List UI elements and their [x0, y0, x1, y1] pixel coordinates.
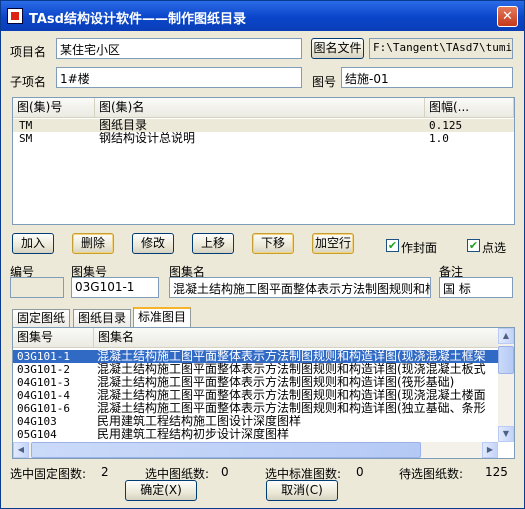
ok-button[interactable]: 确定(X) — [125, 480, 197, 501]
dialog-window: TAsd结构设计软件——制作图纸目录 ✕ 项目名 某住宅小区 图名文件 F:\T… — [0, 0, 525, 509]
atlas-row-name: 混凝土结构施工图平面整体表示方法制图规则和构造详图(现浇混凝土楼面 — [97, 389, 486, 402]
atlas-row-number: 03G101-1 — [17, 350, 70, 363]
dot-select-checkbox-label: 点选 — [482, 241, 507, 255]
drawing-list-header: 图(集)号 图(集)名 图幅(... — [13, 98, 514, 118]
atlas-list-row[interactable]: 03G101-1 混凝土结构施工图平面整体表示方法制图规则和构造详图(现浇混凝土… — [13, 350, 514, 363]
atlas-row-name: 民用建筑工程结构初步设计深度图样 — [97, 428, 290, 441]
atlas-row-name: 混凝土结构施工图平面整体表示方法制图规则和构造详图(独立基础、条形 — [97, 402, 486, 415]
atlas-row-number: 03G101-2 — [17, 363, 70, 376]
drawing-list[interactable]: 图(集)号 图(集)名 图幅(... TM 图纸目录 0.125 SM 钢结构设… — [12, 97, 515, 225]
atlas-row-number: 05G104 — [17, 428, 57, 441]
atlas-list-horizontal-scrollbar[interactable]: ◀ ▶ — [13, 442, 498, 458]
project-name-label: 项目名 — [10, 45, 47, 59]
move-up-button[interactable]: 上移 — [192, 233, 234, 254]
drawing-name-file-button[interactable]: 图名文件 — [311, 38, 364, 59]
scroll-right-icon[interactable]: ▶ — [482, 442, 498, 458]
tab-drawing-catalog[interactable]: 图纸目录 — [73, 309, 131, 327]
scroll-down-icon[interactable]: ▼ — [498, 426, 514, 442]
catalog-count-value: 0 — [221, 465, 229, 479]
cover-checkbox-label: 作封面 — [401, 241, 438, 255]
project-name-input[interactable]: 某住宅小区 — [56, 38, 302, 59]
drawing-row-size: 1.0 — [429, 132, 449, 145]
atlas-list-row[interactable]: 06G101-6 混凝土结构施工图平面整体表示方法制图规则和构造详图(独立基础、… — [13, 402, 514, 415]
fixed-count-value: 2 — [101, 465, 109, 479]
tab-standard-atlas[interactable]: 标准图目 — [133, 307, 191, 327]
delete-button[interactable]: 删除 — [72, 233, 114, 254]
window-title: TAsd结构设计软件——制作图纸目录 — [29, 12, 246, 27]
drawing-row-size: 0.125 — [429, 119, 463, 132]
pending-count-value: 125 — [485, 465, 508, 479]
column-drawing-size[interactable]: 图幅(... — [425, 98, 514, 117]
add-blank-row-button[interactable]: 加空行 — [312, 233, 354, 254]
drawing-row-name: 图纸目录 — [99, 119, 148, 132]
atlas-row-number: 04G101-3 — [17, 376, 70, 389]
atlas-row-number: 06G101-6 — [17, 402, 70, 415]
atlas-row-name: 混凝土结构施工图平面整体表示方法制图规则和构造详图(现浇混凝土框架 — [97, 350, 486, 363]
atlas-name-input[interactable]: 混凝土结构施工图平面整体表示方法制图规则和构 — [169, 277, 431, 298]
horizontal-scroll-thumb[interactable] — [31, 442, 421, 458]
atlas-list-row[interactable]: 04G101-4 混凝土结构施工图平面整体表示方法制图规则和构造详图(现浇混凝土… — [13, 389, 514, 402]
atlas-number-input[interactable]: 03G101-1 — [71, 277, 159, 298]
column-drawing-number[interactable]: 图(集)号 — [13, 98, 95, 117]
atlas-row-number: 04G103 — [17, 415, 57, 428]
column-drawing-name[interactable]: 图(集)名 — [95, 98, 425, 117]
standard-count-value: 0 — [356, 465, 364, 479]
add-button[interactable]: 加入 — [12, 233, 54, 254]
drawing-row-number: TM — [19, 119, 33, 132]
close-button[interactable]: ✕ — [497, 6, 518, 27]
tab-fixed-drawings[interactable]: 固定图纸 — [12, 309, 70, 327]
dot-select-checkbox[interactable]: ✔ — [467, 239, 480, 252]
pending-count-label: 待选图纸数: — [399, 467, 464, 481]
remark-input[interactable]: 国 标 — [439, 277, 513, 298]
drawing-list-row[interactable]: SM 钢结构设计总说明 1.0 — [13, 132, 514, 145]
column-atlas-name[interactable]: 图集名 — [94, 328, 499, 347]
atlas-list-row[interactable]: 04G101-3 混凝土结构施工图平面整体表示方法制图规则和构造详图(筏形基础) — [13, 376, 514, 389]
subitem-name-label: 子项名 — [10, 75, 47, 89]
title-bar: TAsd结构设计软件——制作图纸目录 ✕ — [1, 1, 524, 31]
fixed-count-label: 选中固定图数: — [10, 467, 87, 481]
file-path-field: F:\Tangent\TAsd7\tuming — [369, 38, 513, 59]
drawing-row-name: 钢结构设计总说明 — [99, 132, 196, 145]
atlas-list-row[interactable]: 05G104 民用建筑工程结构初步设计深度图样 — [13, 428, 514, 441]
atlas-row-name: 混凝土结构施工图平面整体表示方法制图规则和构造详图(现浇混凝土板式 — [97, 363, 486, 376]
scroll-left-icon[interactable]: ◀ — [13, 442, 29, 458]
drawing-number-label: 图号 — [312, 75, 337, 89]
scroll-thumb[interactable] — [498, 346, 514, 374]
atlas-row-name: 民用建筑工程结构施工图设计深度图样 — [97, 415, 302, 428]
scroll-up-icon[interactable]: ▲ — [498, 328, 514, 344]
column-atlas-number[interactable]: 图集号 — [13, 328, 94, 347]
atlas-row-number: 04G101-4 — [17, 389, 70, 402]
number-field — [10, 277, 64, 298]
modify-button[interactable]: 修改 — [132, 233, 174, 254]
app-icon — [7, 8, 23, 24]
atlas-list-vertical-scrollbar[interactable]: ▲ ▼ — [498, 328, 514, 442]
drawing-number-input[interactable]: 结施-01 — [341, 67, 513, 88]
atlas-list-header: 图集号 图集名 — [13, 328, 514, 348]
cover-checkbox[interactable]: ✔ — [386, 239, 399, 252]
atlas-list-row[interactable]: 03G101-2 混凝土结构施工图平面整体表示方法制图规则和构造详图(现浇混凝土… — [13, 363, 514, 376]
atlas-row-name: 混凝土结构施工图平面整体表示方法制图规则和构造详图(筏形基础) — [97, 376, 455, 389]
subitem-name-input[interactable]: 1#楼 — [56, 67, 302, 88]
drawing-row-number: SM — [19, 132, 33, 145]
drawing-list-row[interactable]: TM 图纸目录 0.125 — [13, 119, 514, 132]
cancel-button[interactable]: 取消(C) — [266, 480, 338, 501]
atlas-list[interactable]: 图集号 图集名 03G101-1 混凝土结构施工图平面整体表示方法制图规则和构造… — [12, 327, 515, 459]
atlas-list-row[interactable]: 04G103 民用建筑工程结构施工图设计深度图样 — [13, 415, 514, 428]
move-down-button[interactable]: 下移 — [252, 233, 294, 254]
